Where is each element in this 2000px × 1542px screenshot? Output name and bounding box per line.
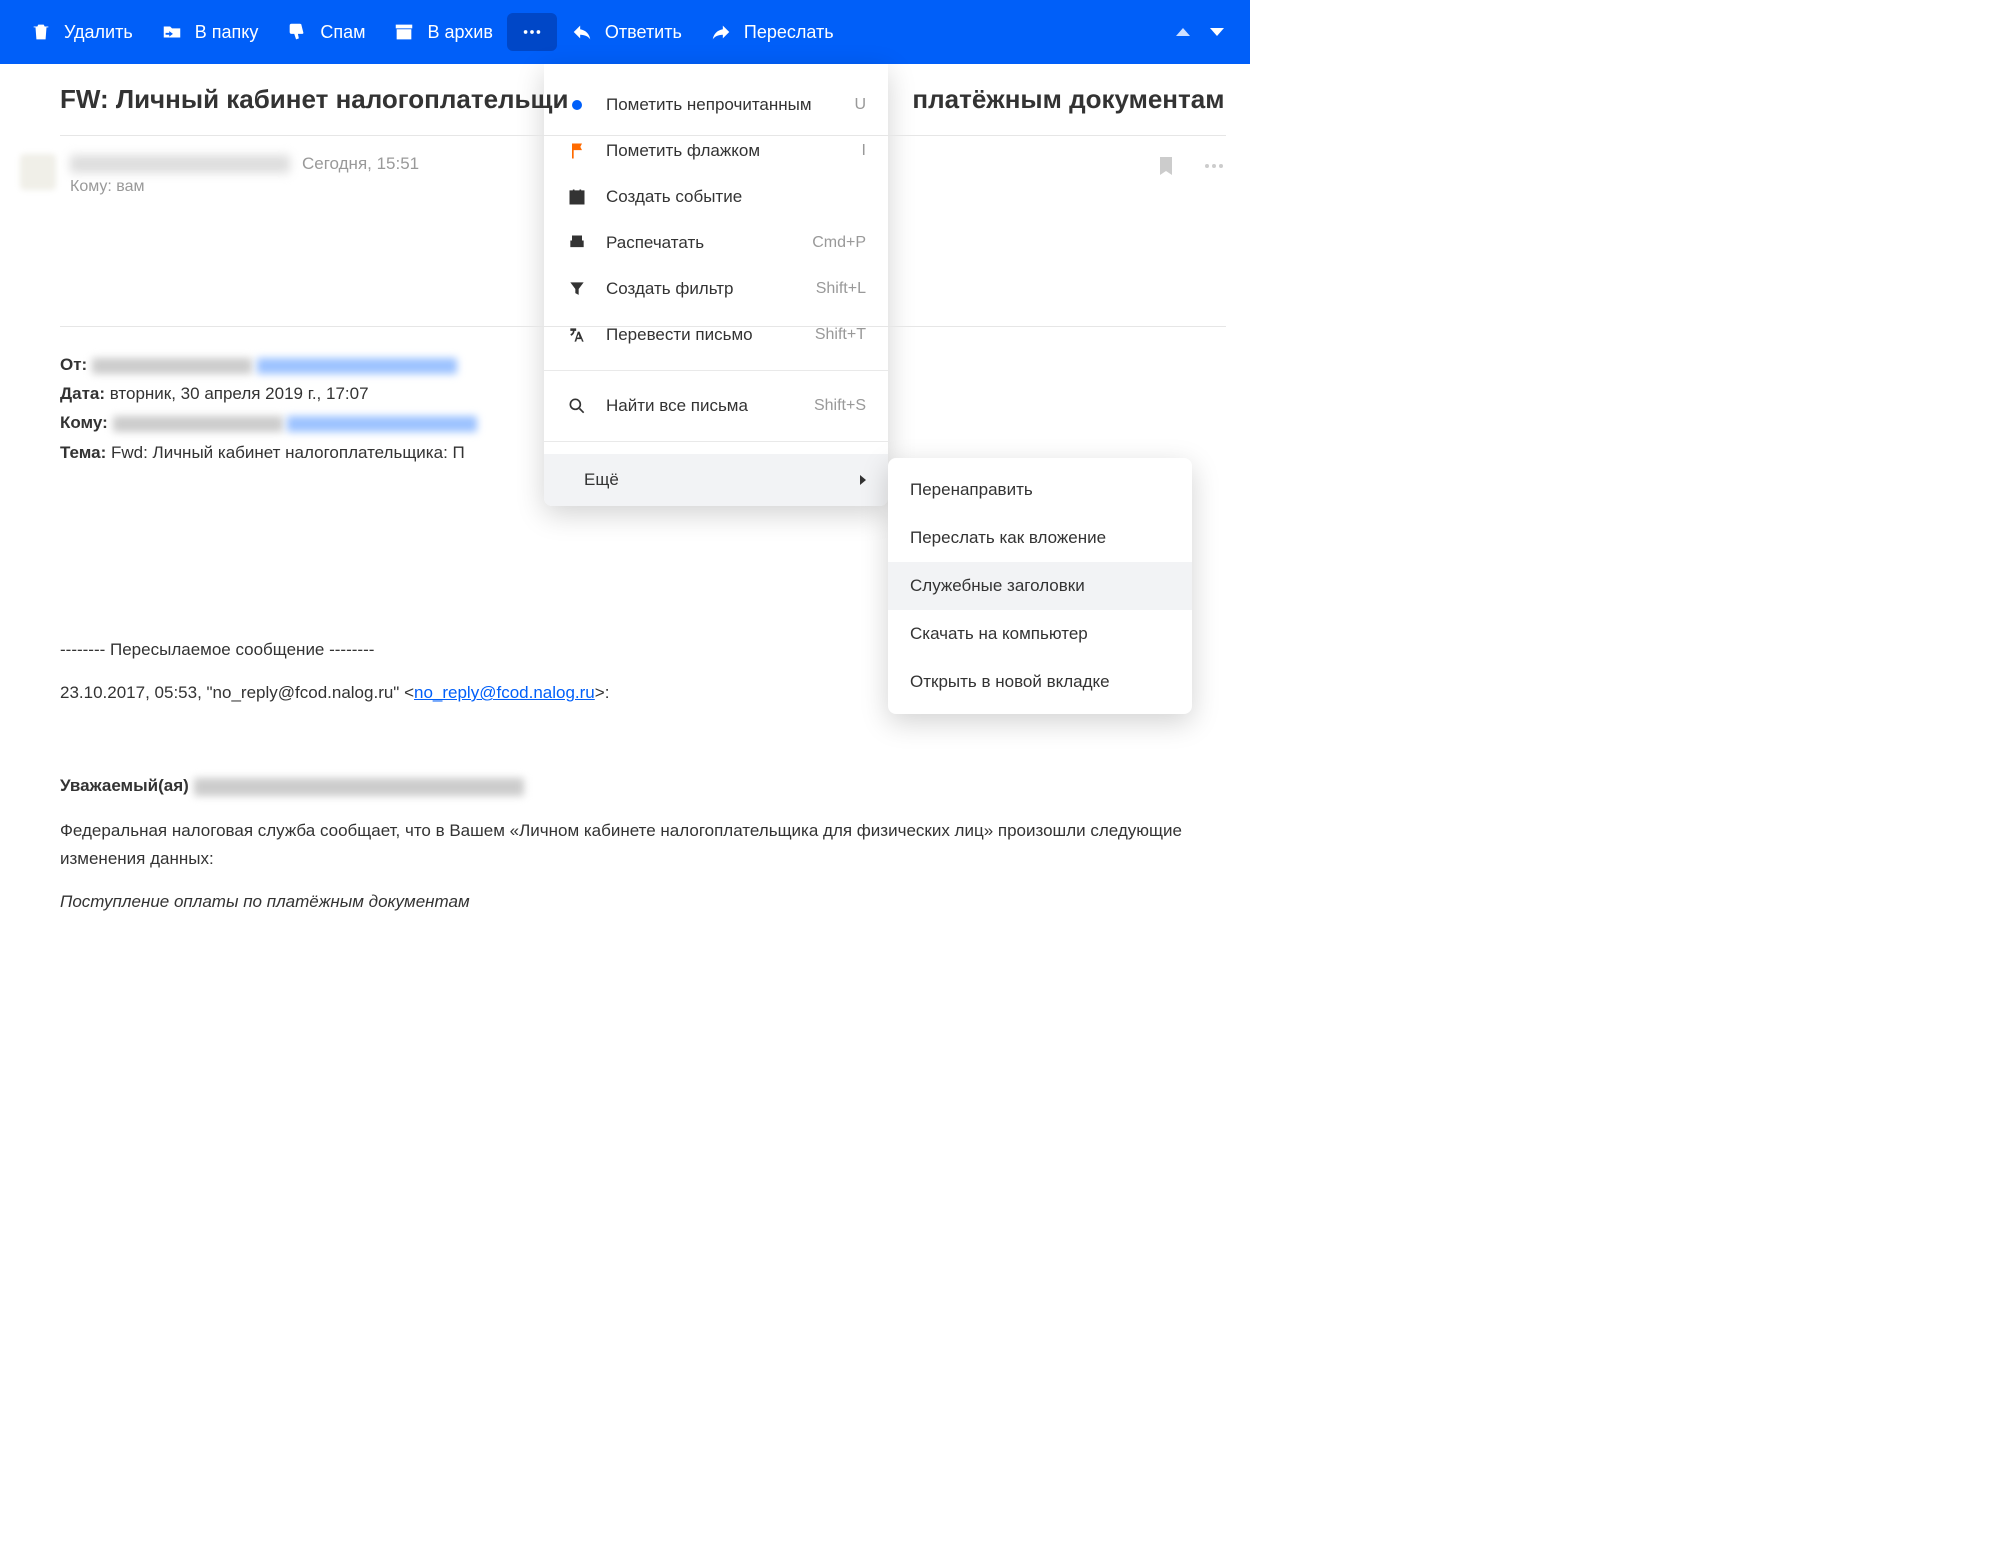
folder-move-icon xyxy=(161,21,183,43)
email-subject: FW: Личный кабинет налогоплательщи XXXXX… xyxy=(60,82,1226,136)
date-label: Дата: xyxy=(60,384,105,403)
subject-body-value: Fwd: Личный кабинет налогоплательщика: П xyxy=(111,443,465,462)
date-value: вторник, 30 апреля 2019 г., 17:07 xyxy=(110,384,369,403)
forward-line-pre: 23.10.2017, 05:53, "no_reply@fcod.nalog.… xyxy=(60,683,414,702)
archive-button[interactable]: В архив xyxy=(379,13,506,51)
divider xyxy=(60,326,1226,327)
forwarded-separator: -------- Пересылаемое сообщение -------- xyxy=(60,636,1226,663)
reply-button[interactable]: Ответить xyxy=(557,13,696,51)
subject-prefix: FW: Личный кабинет налогоплательщи xyxy=(60,84,568,114)
delete-label: Удалить xyxy=(64,22,133,43)
body-paragraph-1: Федеральная налоговая служба сообщает, ч… xyxy=(60,817,1226,871)
email-to: Кому: вам xyxy=(70,178,419,196)
to-label: Кому: xyxy=(60,413,108,432)
archive-label: В архив xyxy=(427,22,492,43)
forward-button[interactable]: Переслать xyxy=(696,13,848,51)
more-button[interactable] xyxy=(507,13,557,51)
toolbar: Удалить В папку Спам В архив Ответить Пе… xyxy=(0,0,1250,64)
next-message-icon[interactable] xyxy=(1210,28,1224,36)
trash-icon xyxy=(30,21,52,43)
to-folder-label: В папку xyxy=(195,22,259,43)
body-paragraph-2: Поступление оплаты по платёжным документ… xyxy=(60,888,1226,915)
to-email-redacted xyxy=(287,416,477,432)
subject-body-label: Тема: xyxy=(60,443,106,462)
delete-button[interactable]: Удалить xyxy=(16,13,147,51)
forward-line-post: >: xyxy=(595,683,610,702)
reply-label: Ответить xyxy=(605,22,682,43)
sender-name-redacted xyxy=(70,155,290,173)
forward-email-link[interactable]: no_reply@fcod.nalog.ru xyxy=(414,683,595,702)
email-date: Сегодня, 15:51 xyxy=(302,154,419,174)
email-body: От: Дата: вторник, 30 апреля 2019 г., 17… xyxy=(60,351,1226,915)
forward-label: Переслать xyxy=(744,22,834,43)
greeting: Уважаемый(ая) xyxy=(60,776,189,795)
bookmark-icon[interactable] xyxy=(1154,154,1178,183)
to-folder-button[interactable]: В папку xyxy=(147,13,273,51)
archive-icon xyxy=(393,21,415,43)
greeting-name-redacted xyxy=(194,778,524,796)
spam-button[interactable]: Спам xyxy=(272,13,379,51)
prev-message-icon[interactable] xyxy=(1176,28,1190,36)
reply-icon xyxy=(571,21,593,43)
avatar xyxy=(20,154,56,190)
email-meta: Сегодня, 15:51 Кому: вам xyxy=(60,136,1226,196)
more-icon xyxy=(521,21,543,43)
from-name-redacted xyxy=(92,358,252,374)
from-label: От: xyxy=(60,355,87,374)
email-actions xyxy=(1154,154,1226,183)
more-actions-icon[interactable] xyxy=(1202,154,1226,183)
email-content: FW: Личный кабинет налогоплательщи XXXXX… xyxy=(0,64,1250,955)
forward-icon xyxy=(710,21,732,43)
spam-label: Спам xyxy=(320,22,365,43)
thumbs-down-icon xyxy=(286,21,308,43)
subject-suffix: платёжным документам xyxy=(912,84,1224,114)
to-name-redacted xyxy=(113,416,283,432)
from-email-redacted xyxy=(257,358,457,374)
toolbar-right xyxy=(1176,28,1234,36)
